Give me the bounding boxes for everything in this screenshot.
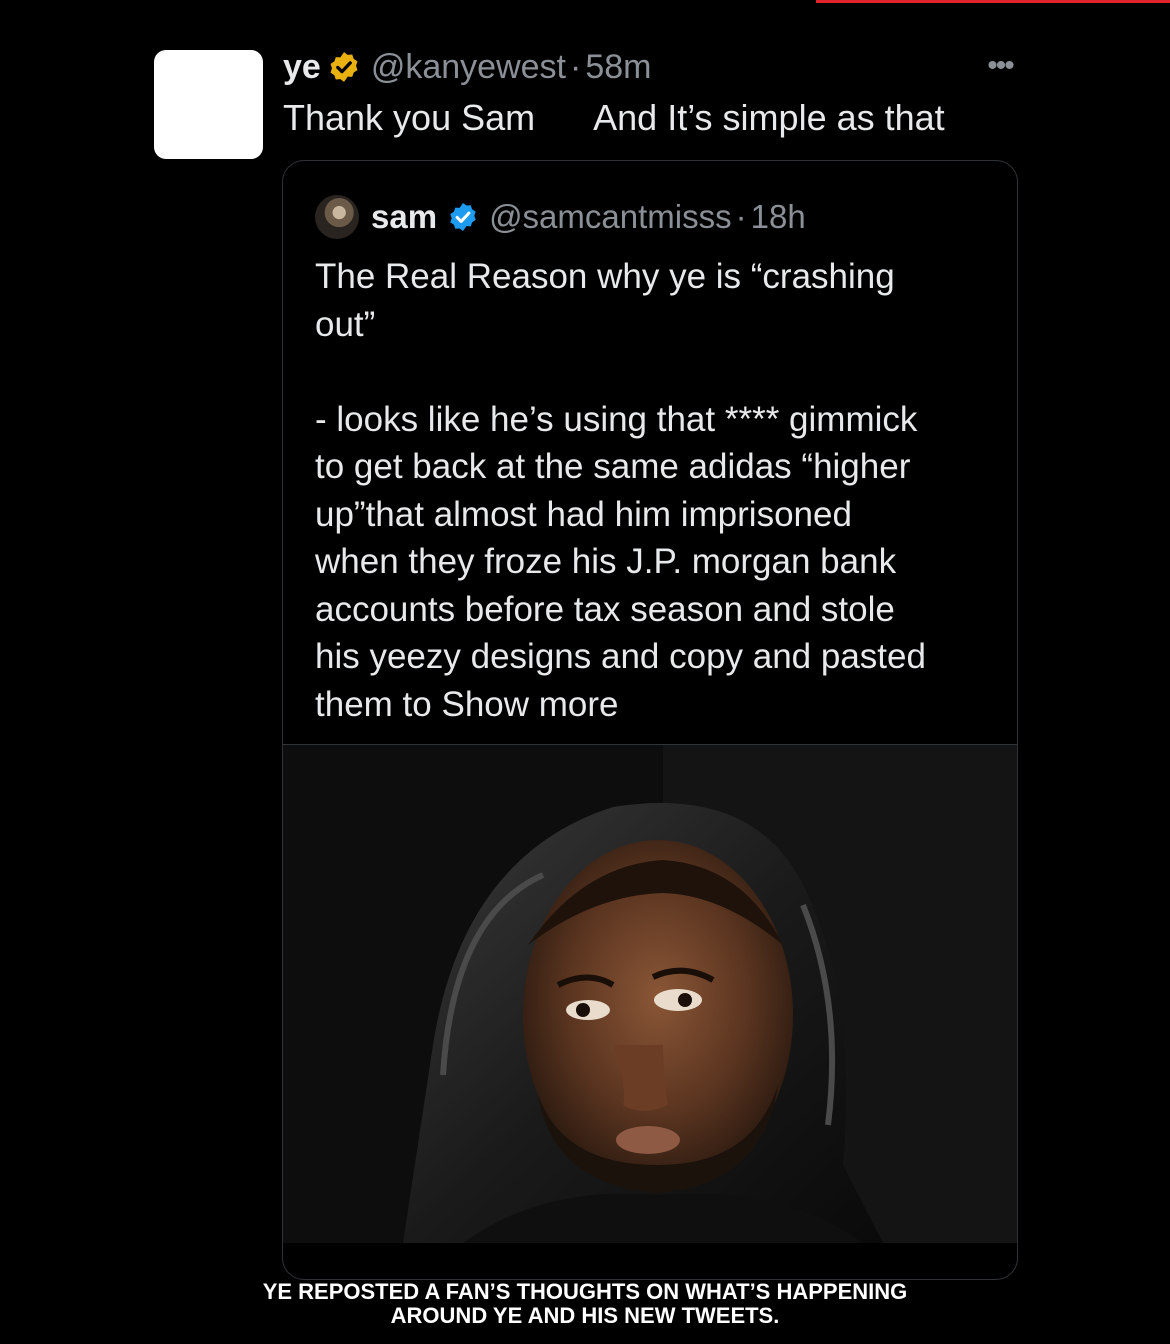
quoted-text-line: The Real Reason why ye is “crashing (315, 257, 895, 296)
show-more-link[interactable]: Show more (441, 685, 618, 724)
tweet-text: Thank you Sam And It’s simple as that (283, 97, 945, 138)
more-options-icon[interactable]: ••• (980, 46, 1020, 86)
quoted-timestamp[interactable]: 18h (751, 198, 806, 236)
quoted-text-line: accounts before tax season and stole (315, 589, 895, 629)
quoted-text-last-line: them to Show more (315, 681, 995, 729)
quoted-text-line: - looks like he’s using that **** gimmic… (315, 399, 918, 439)
quoted-text-line: up”that almost had him imprisoned (315, 494, 852, 534)
quoted-text-line: his yeezy designs and copy and pasted (315, 637, 926, 676)
quoted-handle[interactable]: @samcantmisss (489, 198, 732, 236)
top-accent-bar (816, 0, 1170, 3)
verified-blue-badge-icon (450, 203, 476, 231)
avatar[interactable] (154, 50, 263, 159)
quoted-media-image[interactable] (283, 745, 1017, 1243)
quoted-display-name[interactable]: sam (371, 198, 437, 236)
image-caption: YE REPOSTED A FAN’S THOUGHTS ON WHAT’S H… (0, 1280, 1170, 1328)
caption-line: AROUND YE AND HIS NEW TWEETS. (390, 1303, 780, 1328)
quoted-text-line: to get back at the same adidas “higher (315, 447, 911, 486)
quoted-tweet-card[interactable]: sam @samcantmisss · 18h The Real Reason … (282, 160, 1018, 1280)
display-name[interactable]: ye (283, 48, 321, 87)
quoted-text-line (315, 348, 995, 396)
quoted-avatar[interactable] (315, 195, 359, 239)
quoted-separator-dot: · (735, 198, 747, 235)
quoted-text-tail: them to (315, 684, 432, 724)
caption-line: YE REPOSTED A FAN’S THOUGHTS ON WHAT’S H… (262, 1279, 908, 1304)
quoted-text-line: when they froze his J.P. morgan bank (315, 542, 897, 581)
tweet-header: ye @kanyewest · 58m (283, 44, 651, 90)
handle[interactable]: @kanyewest (371, 48, 566, 87)
quoted-tweet-header: sam @samcantmisss · 18h (315, 195, 806, 239)
separator-dot: · (569, 47, 582, 86)
verified-gold-badge-icon (330, 52, 358, 82)
quoted-tweet-text: The Real Reason why ye is “crashing out”… (315, 253, 995, 728)
portrait-photo (283, 745, 1017, 1243)
quoted-text-line: out” (315, 304, 376, 344)
timestamp[interactable]: 58m (585, 48, 651, 87)
